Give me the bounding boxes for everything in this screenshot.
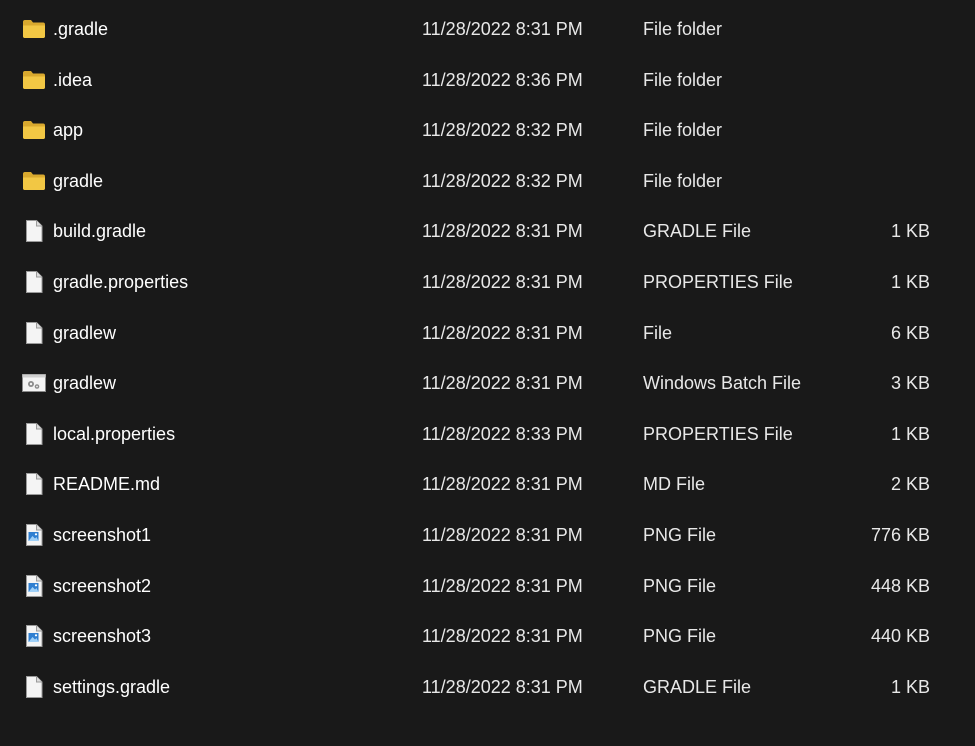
file-type: File folder [643, 19, 723, 39]
file-size: 2 KB [890, 474, 930, 495]
file-date-modified: 11/28/2022 8:32 PM [422, 120, 583, 141]
file-row[interactable]: app 11/28/2022 8:32 PM File folder [0, 105, 975, 156]
file-type: File folder [643, 170, 723, 191]
file-date-modified: 11/28/2022 8:31 PM [422, 676, 583, 697]
file-row[interactable]: gradle 11/28/2022 8:32 PM File folder [0, 156, 975, 207]
file-row[interactable]: screenshot3 11/28/2022 8:31 PM PNG File … [0, 611, 975, 662]
file-row[interactable]: build.gradle 11/28/2022 8:31 PM GRADLE F… [0, 206, 975, 257]
file-name: screenshot1 [53, 524, 152, 545]
file-type: MD File [643, 474, 705, 495]
file-icon [22, 321, 46, 345]
file-size: 6 KB [890, 322, 930, 343]
file-row[interactable]: gradlew 11/28/2022 8:31 PM File 6 KB [0, 308, 975, 359]
file-icon [22, 219, 46, 243]
file-name: app [53, 120, 84, 141]
file-row[interactable]: local.properties 11/28/2022 8:33 PM PROP… [0, 409, 975, 460]
file-size: 1 KB [890, 221, 930, 242]
folder-icon [22, 169, 46, 193]
file-date-modified: 11/28/2022 8:31 PM [422, 19, 583, 39]
file-row[interactable]: gradle.properties 11/28/2022 8:31 PM PRO… [0, 257, 975, 308]
file-row[interactable]: settings.gradle 11/28/2022 8:31 PM GRADL… [0, 662, 975, 713]
file-row[interactable]: screenshot2 11/28/2022 8:31 PM PNG File … [0, 561, 975, 612]
file-name: README.md [53, 474, 161, 495]
image-file-icon [22, 523, 46, 547]
file-size: 440 KB [870, 626, 930, 647]
file-icon [22, 422, 46, 446]
file-type: GRADLE File [643, 221, 752, 242]
file-row[interactable]: .idea 11/28/2022 8:36 PM File folder [0, 55, 975, 106]
file-row[interactable]: README.md 11/28/2022 8:31 PM MD File 2 K… [0, 459, 975, 510]
file-type: PROPERTIES File [643, 271, 793, 292]
file-size: 1 KB [890, 423, 930, 444]
file-date-modified: 11/28/2022 8:36 PM [422, 69, 583, 90]
file-name: gradle.properties [53, 271, 189, 292]
file-icon [22, 472, 46, 496]
file-size: 448 KB [870, 575, 930, 596]
file-icon [22, 675, 46, 699]
file-name: gradlew [53, 322, 117, 343]
file-size: 776 KB [870, 524, 930, 545]
file-name: screenshot2 [53, 575, 152, 596]
file-name: .gradle [53, 19, 109, 39]
file-date-modified: 11/28/2022 8:32 PM [422, 170, 583, 191]
file-date-modified: 11/28/2022 8:31 PM [422, 373, 583, 394]
file-type: PNG File [643, 524, 717, 545]
file-name: .idea [53, 69, 93, 90]
file-name: local.properties [53, 423, 176, 444]
file-row[interactable]: screenshot1 11/28/2022 8:31 PM PNG File … [0, 510, 975, 561]
file-type: PROPERTIES File [643, 423, 793, 444]
file-list: .gradle 11/28/2022 8:31 PM File folder .… [0, 0, 975, 746]
image-file-icon [22, 574, 46, 598]
file-type: PNG File [643, 575, 717, 596]
file-date-modified: 11/28/2022 8:31 PM [422, 322, 583, 343]
file-icon [22, 270, 46, 294]
file-row[interactable]: gradlew 11/28/2022 8:31 PM Windows Batch… [0, 358, 975, 409]
file-row[interactable]: .gradle 11/28/2022 8:31 PM File folder [0, 4, 975, 55]
file-date-modified: 11/28/2022 8:33 PM [422, 423, 583, 444]
file-type: PNG File [643, 626, 717, 647]
file-date-modified: 11/28/2022 8:31 PM [422, 474, 583, 495]
folder-icon [22, 68, 46, 92]
file-date-modified: 11/28/2022 8:31 PM [422, 626, 583, 647]
file-name: settings.gradle [53, 676, 171, 697]
folder-icon [22, 118, 46, 142]
file-size: 1 KB [890, 271, 930, 292]
file-type: File [643, 322, 673, 343]
file-date-modified: 11/28/2022 8:31 PM [422, 575, 583, 596]
file-size: 3 KB [890, 373, 930, 394]
file-size: 1 KB [890, 676, 930, 697]
file-type: File folder [643, 69, 723, 90]
file-name: build.gradle [53, 221, 147, 242]
file-type: GRADLE File [643, 676, 752, 697]
file-date-modified: 11/28/2022 8:31 PM [422, 221, 583, 242]
image-file-icon [22, 624, 46, 648]
file-name: gradle [53, 170, 104, 191]
file-name: screenshot3 [53, 626, 152, 647]
batch-file-icon [22, 371, 46, 395]
file-date-modified: 11/28/2022 8:31 PM [422, 524, 583, 545]
file-type: File folder [643, 120, 723, 141]
file-name: gradlew [53, 373, 117, 394]
file-type: Windows Batch File [643, 373, 802, 394]
folder-icon [22, 17, 46, 41]
file-date-modified: 11/28/2022 8:31 PM [422, 271, 583, 292]
